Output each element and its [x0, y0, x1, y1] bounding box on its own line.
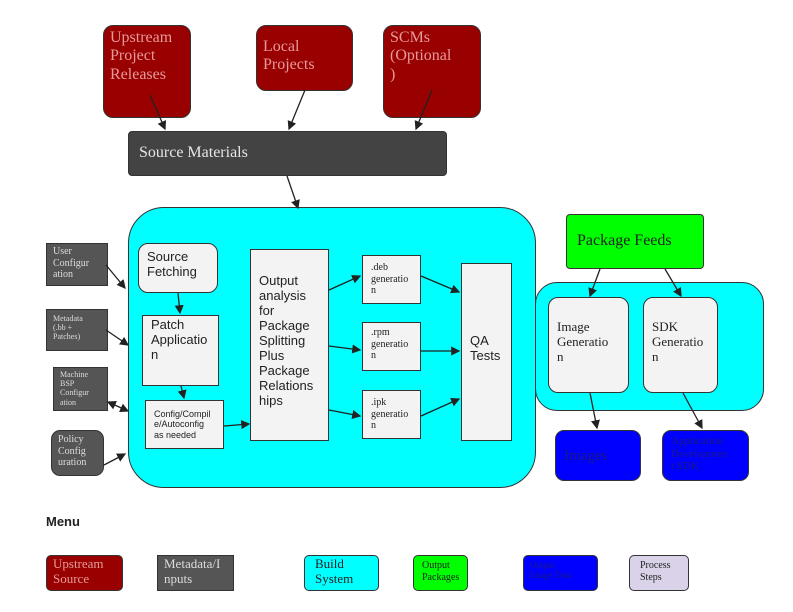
arrow [589, 392, 600, 430]
arrow [328, 344, 362, 354]
arrow [664, 268, 682, 298]
arrow [420, 275, 461, 294]
arrow [588, 268, 601, 298]
legend-metadata-inputs: Metadata/I nputs [157, 555, 234, 591]
legend-upstream-source: Upstream Source [46, 555, 123, 591]
arrow [682, 392, 703, 430]
arrow [149, 94, 167, 131]
arrow [328, 275, 362, 291]
connector-arrows [103, 89, 703, 466]
legend-process-steps: Process Steps [629, 555, 689, 591]
legend-output-packages: Output Packages [413, 555, 468, 591]
legend-output-image-data: Output Image Data [523, 555, 598, 591]
arrow [106, 401, 130, 412]
arrow [328, 409, 362, 419]
arrow [286, 175, 300, 210]
arrow [223, 420, 251, 430]
arrow [177, 385, 187, 400]
arrow [103, 453, 127, 466]
legend-title: Menu [46, 514, 80, 529]
arrow [420, 398, 461, 417]
diagram-canvas: Upstream Project Releases Local Projects… [0, 0, 793, 612]
arrow [105, 264, 126, 290]
arrow [105, 329, 130, 346]
arrow [174, 292, 184, 315]
legend-build-system: Build System [304, 555, 379, 591]
arrow [414, 89, 433, 131]
arrow [287, 89, 306, 131]
